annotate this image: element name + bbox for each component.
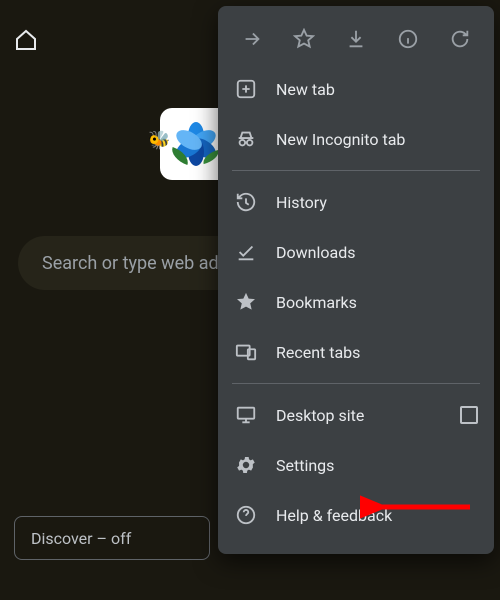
- bee-decoration: 🐝: [148, 130, 170, 151]
- menu-item-label: Bookmarks: [276, 293, 357, 312]
- menu-item-incognito[interactable]: New Incognito tab: [218, 114, 494, 164]
- check-underline-icon: [234, 240, 258, 264]
- bookmark-button[interactable]: [292, 27, 316, 51]
- forward-icon: [241, 28, 263, 50]
- menu-item-bookmarks[interactable]: Bookmarks: [218, 277, 494, 327]
- menu-divider: [232, 383, 480, 384]
- menu-item-label: Help & feedback: [276, 506, 392, 525]
- menu-item-label: New Incognito tab: [276, 130, 405, 149]
- menu-item-settings[interactable]: Settings: [218, 440, 494, 490]
- download-icon: [345, 28, 367, 50]
- forward-button[interactable]: [240, 27, 264, 51]
- star-fill-icon: [234, 290, 258, 314]
- star-icon: [293, 28, 315, 50]
- menu-item-label: Downloads: [276, 243, 355, 262]
- history-icon: [234, 190, 258, 214]
- menu-item-downloads[interactable]: Downloads: [218, 227, 494, 277]
- monitor-icon: [234, 403, 258, 427]
- menu-divider: [232, 170, 480, 171]
- menu-item-label: New tab: [276, 80, 335, 99]
- discover-label: Discover – off: [31, 529, 131, 548]
- download-button[interactable]: [344, 27, 368, 51]
- menu-item-label: Recent tabs: [276, 343, 360, 362]
- menu-top-row: [218, 14, 494, 64]
- menu-item-history[interactable]: History: [218, 177, 494, 227]
- menu-item-label: Settings: [276, 456, 334, 475]
- incognito-icon: [234, 127, 258, 151]
- refresh-button[interactable]: [448, 27, 472, 51]
- plus-box-icon: [234, 77, 258, 101]
- help-icon: [234, 503, 258, 527]
- home-button[interactable]: [14, 28, 38, 56]
- refresh-icon: [449, 28, 471, 50]
- devices-icon: [234, 340, 258, 364]
- desktop-site-checkbox[interactable]: [460, 406, 478, 424]
- info-icon: [397, 28, 419, 50]
- gear-icon: [234, 453, 258, 477]
- discover-card[interactable]: Discover – off: [14, 516, 210, 560]
- menu-item-new-tab[interactable]: New tab: [218, 64, 494, 114]
- menu-item-help[interactable]: Help & feedback: [218, 490, 494, 540]
- menu-item-recent-tabs[interactable]: Recent tabs: [218, 327, 494, 377]
- info-button[interactable]: [396, 27, 420, 51]
- menu-item-label: Desktop site: [276, 406, 364, 425]
- menu-item-desktop-site[interactable]: Desktop site: [218, 390, 494, 440]
- overflow-menu: New tab New Incognito tab History Downlo…: [218, 6, 494, 554]
- menu-item-label: History: [276, 193, 327, 212]
- home-icon: [14, 28, 38, 52]
